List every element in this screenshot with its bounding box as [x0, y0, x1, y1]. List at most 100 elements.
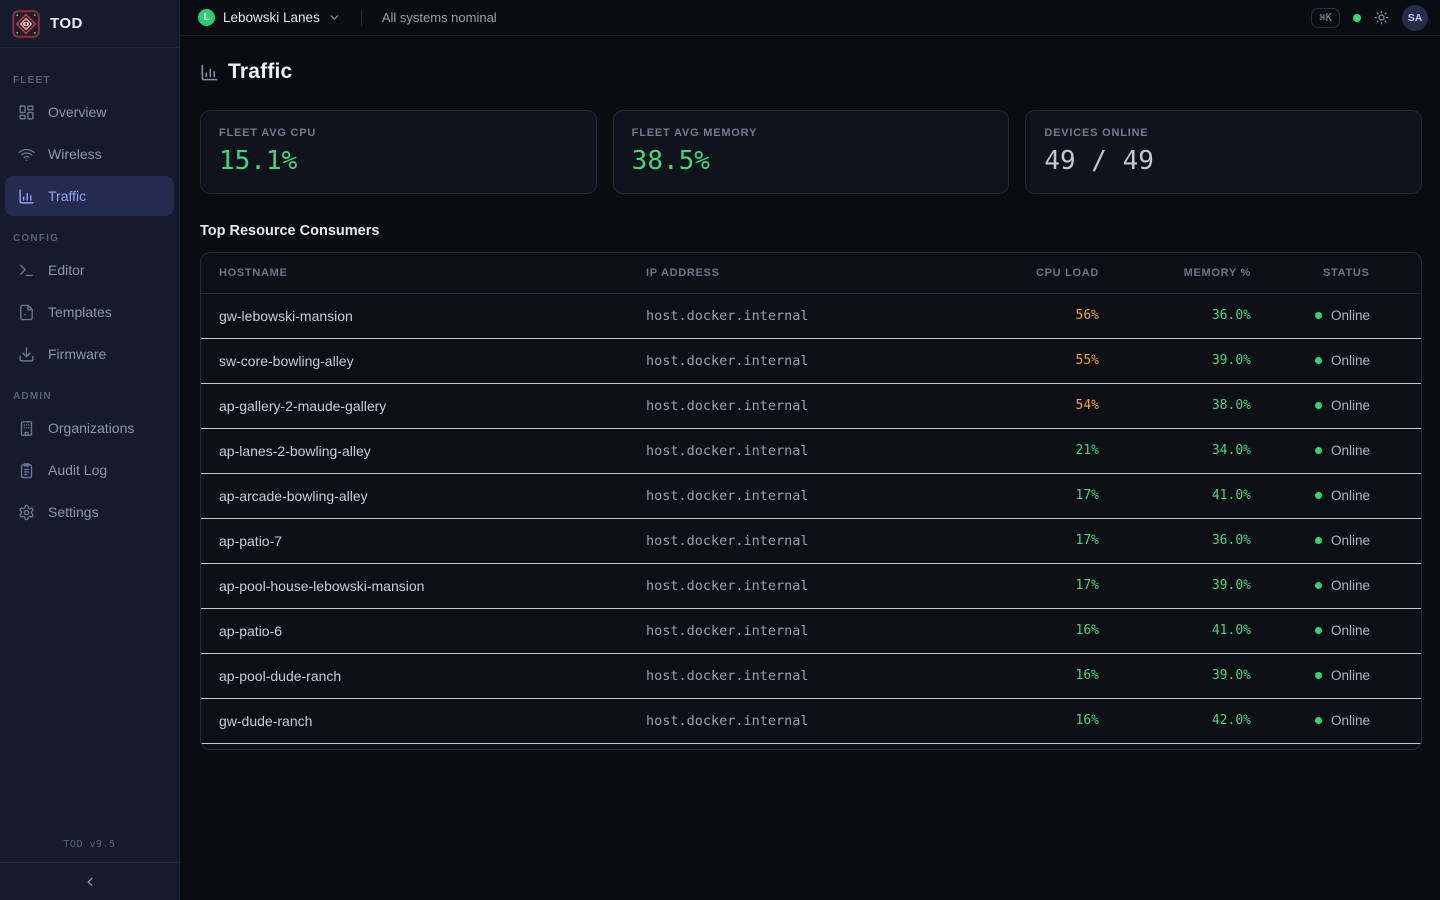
sidebar-item-organizations[interactable]: Organizations [5, 408, 174, 448]
ip-address-cell: host.docker.internal [646, 338, 976, 383]
cpu-load-cell: 16% [976, 608, 1099, 653]
ip-address-cell: host.docker.internal [646, 383, 976, 428]
status-text: Online [1331, 533, 1370, 548]
sidebar-item-overview[interactable]: Overview [5, 92, 174, 132]
org-switcher[interactable]: L Lebowski Lanes [198, 9, 341, 26]
memory-cell: 36.0% [1099, 293, 1251, 338]
terminal-icon [18, 262, 35, 279]
sidebar-item-label: Editor [48, 262, 85, 278]
cpu-load-cell: 17% [976, 563, 1099, 608]
memory-cell: 39.0% [1099, 653, 1251, 698]
nav-section-admin: ADMIN [0, 391, 179, 402]
system-status-text: All systems nominal [382, 10, 497, 25]
sidebar-item-wireless[interactable]: Wireless [5, 134, 174, 174]
hostname-cell: ap-pool-dude-ranch [201, 653, 646, 698]
table-row[interactable]: ap-arcade-bowling-alley host.docker.inte… [201, 473, 1421, 518]
table-body: gw-lebowski-mansion host.docker.internal… [201, 293, 1421, 743]
app-version: TOD v9.5 [0, 831, 179, 862]
status-badge: Online [1315, 353, 1421, 368]
status-text: Online [1331, 713, 1370, 728]
wifi-icon [18, 146, 35, 163]
stat-value: 38.5% [632, 146, 991, 176]
table-row[interactable]: ap-patio-6 host.docker.internal 16% 41.0… [201, 608, 1421, 653]
bar-chart-icon [18, 188, 35, 205]
hostname-cell: ap-gallery-2-maude-gallery [201, 383, 646, 428]
table-section-title: Top Resource Consumers [200, 223, 1422, 239]
column-header-cpu-load: CPU LOAD [976, 253, 1099, 293]
page-title: Traffic [228, 60, 292, 84]
table-row[interactable]: ap-pool-dude-ranch host.docker.internal … [201, 653, 1421, 698]
memory-cell: 42.0% [1099, 698, 1251, 743]
cpu-load-cell: 17% [976, 473, 1099, 518]
status-cell: Online [1251, 518, 1421, 563]
status-dot-icon [1315, 312, 1322, 319]
sidebar-item-label: Wireless [48, 146, 102, 162]
ip-address-cell: host.docker.internal [646, 428, 976, 473]
sidebar-footer: TOD v9.5 [0, 831, 179, 900]
status-text: Online [1331, 353, 1370, 368]
nav-section-fleet: FLEET [0, 75, 179, 86]
stat-label: FLEET AVG MEMORY [632, 127, 991, 139]
table-row[interactable]: ap-gallery-2-maude-gallery host.docker.i… [201, 383, 1421, 428]
hostname-cell: ap-patio-6 [201, 608, 646, 653]
cpu-load-cell: 55% [976, 338, 1099, 383]
column-header-memory: MEMORY % [1099, 253, 1251, 293]
table-row[interactable]: ap-patio-7 host.docker.internal 17% 36.0… [201, 518, 1421, 563]
table-row[interactable]: gw-dude-ranch host.docker.internal 16% 4… [201, 698, 1421, 743]
sidebar-item-traffic[interactable]: Traffic [5, 176, 174, 216]
org-avatar: L [198, 9, 215, 26]
theme-toggle-button[interactable] [1374, 10, 1389, 25]
status-text: Online [1331, 668, 1370, 683]
cpu-load-cell: 16% [976, 698, 1099, 743]
app-logo-row: TOD [0, 0, 179, 48]
sidebar-item-settings[interactable]: Settings [5, 492, 174, 532]
ip-address-cell: host.docker.internal [646, 563, 976, 608]
cpu-load-cell: 16% [976, 653, 1099, 698]
sidebar-item-audit-log[interactable]: Audit Log [5, 450, 174, 490]
hostname-cell: ap-patio-7 [201, 518, 646, 563]
chevron-left-icon [83, 875, 97, 889]
top-resource-consumers-table: HOSTNAME IP ADDRESS CPU LOAD MEMORY % ST… [200, 252, 1422, 750]
status-text: Online [1331, 488, 1370, 503]
topbar: L Lebowski Lanes All systems nominal ⌘K … [180, 0, 1440, 36]
topbar-right: ⌘K SA [1311, 5, 1428, 31]
status-dot-icon [1315, 582, 1322, 589]
memory-cell: 34.0% [1099, 428, 1251, 473]
app-name: TOD [50, 15, 83, 32]
status-dot-icon [1315, 447, 1322, 454]
table-row[interactable]: sw-core-bowling-alley host.docker.intern… [201, 338, 1421, 383]
stat-label: FLEET AVG CPU [219, 127, 578, 139]
main-area: L Lebowski Lanes All systems nominal ⌘K … [180, 0, 1440, 900]
status-cell: Online [1251, 293, 1421, 338]
sidebar-item-templates[interactable]: Templates [5, 292, 174, 332]
stat-value: 15.1% [219, 146, 578, 176]
sidebar-collapse-button[interactable] [0, 862, 179, 900]
stat-card-fleet-avg-memory: FLEET AVG MEMORY 38.5% [613, 110, 1010, 194]
memory-cell: 39.0% [1099, 338, 1251, 383]
clipboard-list-icon [18, 462, 35, 479]
table-row[interactable]: gw-lebowski-mansion host.docker.internal… [201, 293, 1421, 338]
sidebar-item-label: Templates [48, 304, 112, 320]
gear-icon [18, 504, 35, 521]
file-icon [18, 304, 35, 321]
table-row[interactable]: ap-pool-house-lebowski-mansion host.dock… [201, 563, 1421, 608]
table-row[interactable]: ap-lanes-2-bowling-alley host.docker.int… [201, 428, 1421, 473]
status-badge: Online [1315, 488, 1421, 503]
stat-card-devices-online: DEVICES ONLINE 49 / 49 [1025, 110, 1422, 194]
user-avatar[interactable]: SA [1402, 5, 1428, 31]
cpu-load-cell: 17% [976, 518, 1099, 563]
memory-cell: 36.0% [1099, 518, 1251, 563]
connection-status-dot [1353, 14, 1361, 22]
command-palette-shortcut[interactable]: ⌘K [1311, 8, 1340, 28]
dashboard-grid-icon [18, 104, 35, 121]
hostname-cell: gw-lebowski-mansion [201, 293, 646, 338]
ip-address-cell: host.docker.internal [646, 293, 976, 338]
memory-cell: 39.0% [1099, 563, 1251, 608]
sidebar-item-editor[interactable]: Editor [5, 250, 174, 290]
status-cell: Online [1251, 608, 1421, 653]
sidebar-nav: FLEET Overview Wireless Traffic CONFIG E… [0, 48, 179, 831]
cpu-load-cell: 56% [976, 293, 1099, 338]
sidebar-item-label: Organizations [48, 420, 134, 436]
sidebar-item-firmware[interactable]: Firmware [5, 334, 174, 374]
status-text: Online [1331, 308, 1370, 323]
